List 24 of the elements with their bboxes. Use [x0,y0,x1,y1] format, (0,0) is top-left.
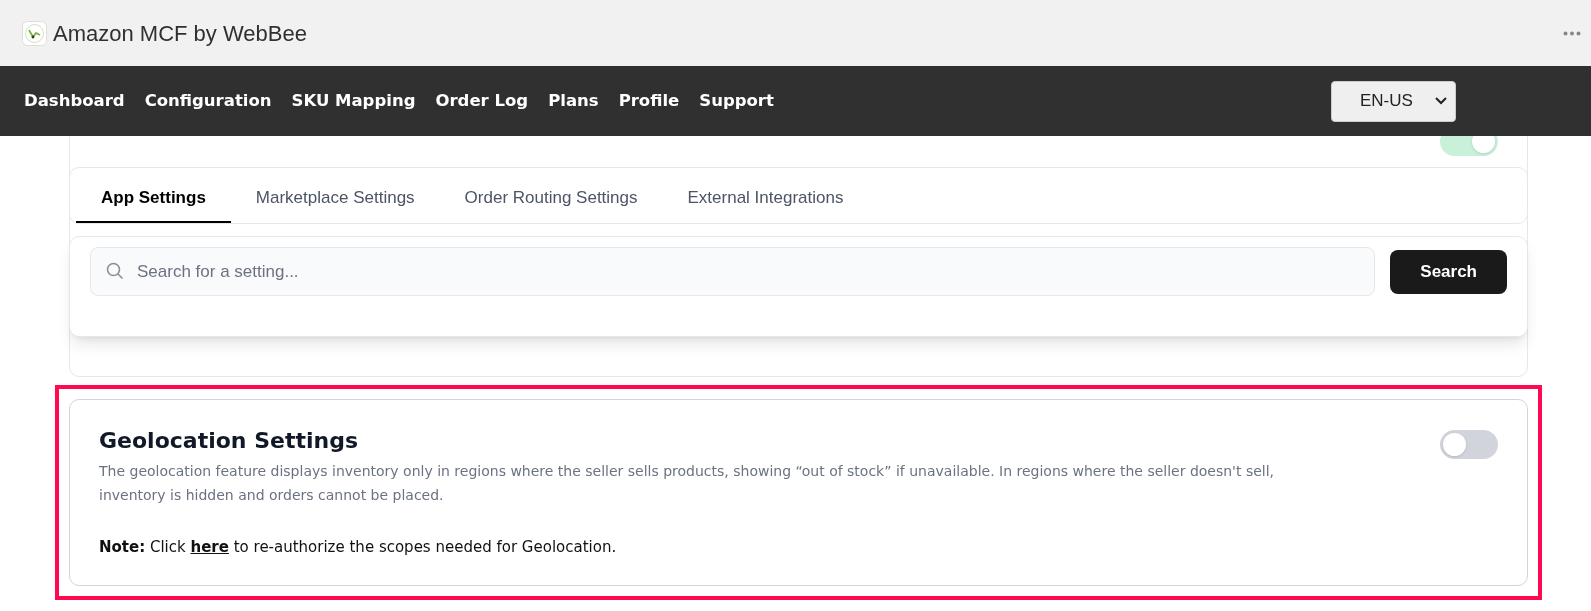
nav-link[interactable]: Profile [618,88,680,114]
more-icon[interactable] [1563,30,1581,36]
search-icon [106,262,124,280]
card-title: Geolocation Settings [99,427,359,455]
tab[interactable]: Marketplace Settings [230,174,440,223]
language-select[interactable]: EN-US [1331,80,1456,122]
card-description: The geolocation feature displays inventory only in regions where the seller sells products, showing “out of stock” if unavailable. In regions where the seller doesn't sell, inventory is hidden and orders cannot be placed. [99,462,1276,505]
tab[interactable]: App Settings [76,174,231,223]
nav-link[interactable]: Configuration [144,88,272,114]
nav-link[interactable]: Order Log [435,88,529,114]
app-title: Amazon MCF by WebBee [53,19,307,48]
tab[interactable]: External Integrations [662,174,869,223]
nav-link[interactable]: Plans [548,88,599,114]
reauthorize-link[interactable]: here [190,538,229,556]
nav-link[interactable]: Dashboard [24,88,125,114]
nav-link[interactable]: Support [699,88,774,114]
nav-link[interactable]: SKU Mapping [291,88,416,114]
search-field[interactable]: Search for a setting... [90,247,1376,296]
tab[interactable]: Order Routing Settings [439,174,663,223]
app-logo-icon [22,20,47,46]
note-text: Note: Click here to re-authorize the scopes needed for Geolocation. [99,537,618,558]
chevron-down-icon [1435,97,1447,105]
search-button[interactable]: Search [1390,250,1507,294]
toggle-switch[interactable] [1440,430,1498,459]
